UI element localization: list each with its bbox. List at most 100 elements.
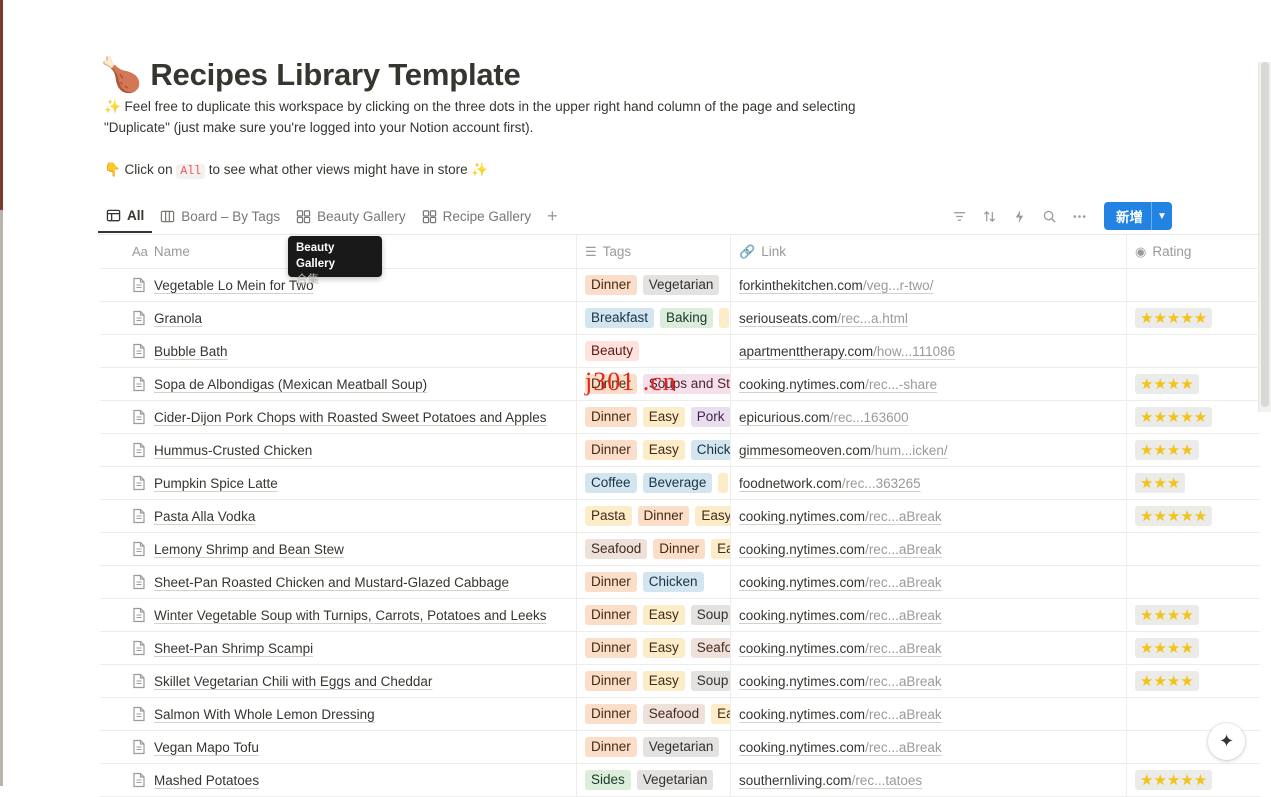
cell-tags[interactable]: Pasta Dinner Easy bbox=[577, 500, 731, 532]
cell-link[interactable]: cooking.nytimes.com/rec...aBreak bbox=[731, 731, 1127, 763]
cell-link[interactable]: cooking.nytimes.com/rec...aBreak bbox=[731, 599, 1127, 631]
recipe-link[interactable]: cooking.nytimes.com/rec...aBreak bbox=[739, 674, 942, 689]
recipe-name[interactable]: Hummus-Crusted Chicken bbox=[154, 443, 312, 458]
column-header-rating[interactable]: ◉ Rating bbox=[1127, 235, 1260, 268]
cell-tags[interactable]: Dinner Easy Soup bbox=[577, 665, 731, 697]
cell-tags[interactable]: SeafoodDinner Easy bbox=[577, 533, 731, 565]
cell-rating[interactable]: ★★★★ bbox=[1127, 599, 1260, 631]
cell-name[interactable]: Sheet-Pan Roasted Chicken and Mustard-Gl… bbox=[100, 566, 577, 598]
cell-rating[interactable] bbox=[1127, 335, 1260, 367]
table-row[interactable]: Skillet Vegetarian Chili with Eggs and C… bbox=[100, 665, 1260, 698]
cell-rating[interactable]: ★★★★ bbox=[1127, 434, 1260, 466]
recipe-name[interactable]: Winter Vegetable Soup with Turnips, Carr… bbox=[154, 608, 546, 623]
recipe-link[interactable]: cooking.nytimes.com/rec...aBreak bbox=[739, 542, 942, 557]
cell-tags[interactable]: Breakfast Baking bbox=[577, 302, 731, 334]
cell-tags[interactable]: Sides Vegetarian bbox=[577, 764, 731, 796]
recipe-name[interactable]: Skillet Vegetarian Chili with Eggs and C… bbox=[154, 674, 432, 689]
cell-link[interactable]: gimmesomeoven.com/hum...icken/ bbox=[731, 434, 1127, 466]
cell-rating[interactable]: ★★★★★ bbox=[1127, 401, 1260, 433]
cell-link[interactable]: cooking.nytimes.com/rec...-share bbox=[731, 368, 1127, 400]
search-icon[interactable] bbox=[1034, 202, 1064, 230]
cell-name[interactable]: Sheet-Pan Shrimp Scampi bbox=[100, 632, 577, 664]
cell-rating[interactable]: ★★★ bbox=[1127, 467, 1260, 499]
new-button[interactable]: 新增 ▼ bbox=[1104, 202, 1172, 230]
cell-link[interactable]: southernliving.com/rec...tatoes bbox=[731, 764, 1127, 796]
table-row[interactable]: Hummus-Crusted Chicken DinnerEasyChicken g… bbox=[100, 434, 1260, 467]
automation-icon[interactable] bbox=[1004, 202, 1034, 230]
cell-name[interactable]: Pumpkin Spice Latte bbox=[100, 467, 577, 499]
cell-name[interactable]: Skillet Vegetarian Chili with Eggs and C… bbox=[100, 665, 577, 697]
cell-tags[interactable]: Beauty bbox=[577, 335, 731, 367]
cell-name[interactable]: Bubble Bath bbox=[100, 335, 577, 367]
cell-rating[interactable] bbox=[1127, 269, 1260, 301]
cell-rating[interactable] bbox=[1127, 698, 1260, 730]
recipe-link[interactable]: forkinthekitchen.com/veg...r-two/ bbox=[739, 278, 933, 293]
table-row[interactable]: Vegetable Lo Mein for Two Dinner Vegetaria… bbox=[100, 269, 1260, 302]
recipe-name[interactable]: Cider-Dijon Pork Chops with Roasted Swee… bbox=[154, 410, 546, 425]
cell-link[interactable]: cooking.nytimes.com/rec...aBreak bbox=[731, 500, 1127, 532]
filter-icon[interactable] bbox=[944, 202, 974, 230]
tab-board-by-tags[interactable]: Board – By Tags bbox=[152, 199, 288, 233]
cell-link[interactable]: forkinthekitchen.com/veg...r-two/ bbox=[731, 269, 1127, 301]
chevron-down-icon[interactable]: ▼ bbox=[1151, 202, 1172, 230]
recipe-link[interactable]: cooking.nytimes.com/rec...aBreak bbox=[739, 707, 942, 722]
cell-name[interactable]: Vegan Mapo Tofu bbox=[100, 731, 577, 763]
cell-tags[interactable]: Dinner Easy Pork bbox=[577, 401, 731, 433]
cell-tags[interactable]: Dinner Easy Soup bbox=[577, 599, 731, 631]
table-row[interactable]: Winter Vegetable Soup with Turnips, Carr… bbox=[100, 599, 1260, 632]
cell-rating[interactable]: ★★★★★ bbox=[1127, 302, 1260, 334]
recipe-link[interactable]: apartmenttherapy.com/how...111086 bbox=[739, 344, 955, 359]
recipe-link[interactable]: cooking.nytimes.com/rec...aBreak bbox=[739, 575, 942, 590]
table-row[interactable]: Sheet-Pan Roasted Chicken and Mustard-Gl… bbox=[100, 566, 1260, 599]
cell-rating[interactable]: ★★★★ bbox=[1127, 368, 1260, 400]
tab-all[interactable]: All bbox=[98, 199, 153, 233]
cell-link[interactable]: cooking.nytimes.com/rec...aBreak bbox=[731, 665, 1127, 697]
recipe-name[interactable]: Pasta Alla Vodka bbox=[154, 509, 255, 524]
cell-rating[interactable] bbox=[1127, 533, 1260, 565]
cell-tags[interactable]: DinnerEasySeafood bbox=[577, 632, 731, 664]
cell-tags[interactable]: Dinner Vegetarian bbox=[577, 269, 731, 301]
cell-name[interactable]: Hummus-Crusted Chicken bbox=[100, 434, 577, 466]
recipe-link[interactable]: cooking.nytimes.com/rec...aBreak bbox=[739, 509, 942, 524]
recipe-name[interactable]: Sopa de Albondigas (Mexican Meatball Sou… bbox=[154, 377, 427, 392]
page-icon[interactable]: 🍗 bbox=[100, 55, 142, 95]
recipe-link[interactable]: southernliving.com/rec...tatoes bbox=[739, 773, 922, 788]
recipe-name[interactable]: Sheet-Pan Shrimp Scampi bbox=[154, 641, 313, 656]
recipe-name[interactable]: Vegetable Lo Mein for Two bbox=[154, 278, 314, 293]
cell-rating[interactable]: ★★★★★ bbox=[1127, 764, 1260, 796]
cell-name[interactable]: Lemony Shrimp and Bean Stew bbox=[100, 533, 577, 565]
cell-tags[interactable]: Dinner Chicken bbox=[577, 566, 731, 598]
recipe-link[interactable]: epicurious.com/rec...163600 bbox=[739, 410, 909, 425]
recipe-link[interactable]: foodnetwork.com/rec...363265 bbox=[739, 476, 921, 491]
column-header-tags[interactable]: ☰ Tags bbox=[577, 235, 731, 268]
recipe-name[interactable]: Pumpkin Spice Latte bbox=[154, 476, 278, 491]
cell-tags[interactable]: DinnerSeafood Easy bbox=[577, 698, 731, 730]
recipe-name[interactable]: Lemony Shrimp and Bean Stew bbox=[154, 542, 344, 557]
table-row[interactable]: Sopa de Albondigas (Mexican Meatball Sou… bbox=[100, 368, 1260, 401]
cell-link[interactable]: seriouseats.com/rec...a.html bbox=[731, 302, 1127, 334]
table-row[interactable]: Vegan Mapo Tofu Dinner Vegetarian cooking.n… bbox=[100, 731, 1260, 764]
cell-name[interactable]: Granola bbox=[100, 302, 577, 334]
cell-tags[interactable]: DinnerEasyChicken bbox=[577, 434, 731, 466]
cell-link[interactable]: cooking.nytimes.com/rec...aBreak bbox=[731, 566, 1127, 598]
cell-name[interactable]: Sopa de Albondigas (Mexican Meatball Sou… bbox=[100, 368, 577, 400]
cell-tags[interactable]: Coffee Beverage bbox=[577, 467, 731, 499]
table-row[interactable]: Cider-Dijon Pork Chops with Roasted Swee… bbox=[100, 401, 1260, 434]
add-view-button[interactable]: + bbox=[539, 206, 566, 227]
scrollbar-thumb[interactable] bbox=[1261, 62, 1269, 407]
recipe-name[interactable]: Vegan Mapo Tofu bbox=[154, 740, 259, 755]
more-icon[interactable] bbox=[1064, 202, 1094, 230]
cell-link[interactable]: cooking.nytimes.com/rec...aBreak bbox=[731, 698, 1127, 730]
cell-name[interactable]: Salmon With Whole Lemon Dressing bbox=[100, 698, 577, 730]
recipe-name[interactable]: Sheet-Pan Roasted Chicken and Mustard-Gl… bbox=[154, 575, 509, 590]
cell-tags[interactable]: Dinner Vegetarian bbox=[577, 731, 731, 763]
cell-rating[interactable] bbox=[1127, 566, 1260, 598]
sort-icon[interactable] bbox=[974, 202, 1004, 230]
cell-link[interactable]: foodnetwork.com/rec...363265 bbox=[731, 467, 1127, 499]
cell-rating[interactable]: ★★★★ bbox=[1127, 632, 1260, 664]
table-row[interactable]: Sheet-Pan Shrimp Scampi DinnerEasySeafood… bbox=[100, 632, 1260, 665]
recipe-link[interactable]: cooking.nytimes.com/rec...aBreak bbox=[739, 641, 942, 656]
table-row[interactable]: Bubble Bath Beauty apartmenttherapy.com/ho… bbox=[100, 335, 1260, 368]
recipe-name[interactable]: Mashed Potatoes bbox=[154, 773, 259, 788]
cell-link[interactable]: epicurious.com/rec...163600 bbox=[731, 401, 1127, 433]
